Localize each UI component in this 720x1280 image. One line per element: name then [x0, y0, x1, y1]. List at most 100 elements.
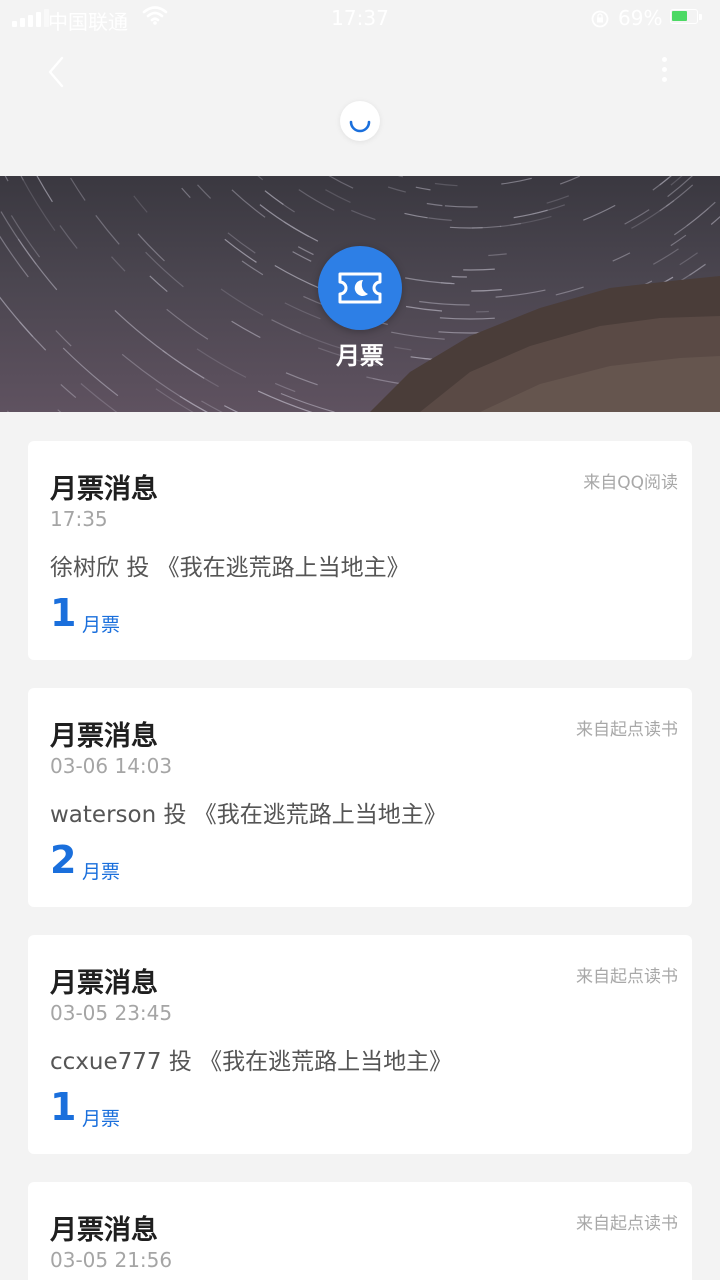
book-title: 《我在逃荒路上当地主》 [199, 1049, 453, 1075]
star-trail [36, 176, 53, 203]
star-trail [257, 390, 313, 412]
message-title: 月票消息 [50, 1215, 158, 1246]
star-trail [197, 184, 212, 199]
ticket-count: 1 [50, 591, 77, 635]
star-trail [405, 305, 443, 312]
star-trail [220, 288, 264, 316]
star-trail [328, 176, 354, 189]
star-trail [59, 225, 78, 249]
star-trail [241, 260, 264, 276]
star-trail [0, 235, 29, 278]
star-trail [405, 277, 453, 285]
star-trail [670, 234, 687, 247]
star-trail [4, 176, 9, 182]
star-trail [60, 383, 77, 399]
message-source: 来自起点读书 [576, 967, 678, 987]
message-card[interactable]: 月票消息 来自起点读书 03-05 23:45 ccxue777 投 《我在逃荒… [28, 935, 692, 1154]
star-trail [471, 225, 502, 229]
message-card[interactable]: 月票消息 来自QQ阅读 17:35 徐树欣 投 《我在逃荒路上当地主》 1 月票 [28, 441, 692, 660]
star-trail [444, 205, 478, 208]
star-trail [181, 187, 191, 199]
back-button[interactable] [36, 50, 80, 94]
ticket-icon [338, 272, 382, 304]
star-trail [231, 189, 266, 218]
ticket-count: 1 [50, 1085, 77, 1129]
star-trail [653, 248, 679, 265]
star-trail [20, 176, 24, 181]
star-trail [0, 392, 3, 413]
star-trail [298, 189, 335, 211]
orientation-lock-icon [591, 10, 609, 28]
banner-title: 月票 [336, 342, 384, 370]
battery-tip [699, 14, 702, 20]
star-trail [397, 176, 404, 178]
star-trail [463, 268, 495, 271]
message-card[interactable]: 月票消息 来自起点读书 03-05 21:56 [28, 1182, 692, 1280]
star-trail [297, 246, 314, 256]
star-trail [271, 319, 301, 334]
message-text: ccxue777 投 《我在逃荒路上当地主》 [50, 1042, 452, 1076]
star-trail [265, 191, 295, 213]
star-trail [351, 209, 376, 221]
message-title: 月票消息 [50, 968, 158, 999]
ticket-unit: 月票 [82, 861, 121, 883]
star-trail [659, 176, 672, 186]
message-card[interactable]: 月票消息 来自起点读书 03-06 14:03 waterson 投 《我在逃荒… [28, 688, 692, 907]
ticket-unit: 月票 [82, 614, 121, 636]
loading-icon [349, 120, 371, 133]
star-trail [451, 275, 467, 278]
book-title: 《我在逃荒路上当地主》 [193, 802, 447, 828]
star-trail [17, 238, 58, 291]
star-trail [111, 256, 126, 272]
message-source: 来自起点读书 [576, 720, 678, 740]
status-bar: 中国联通 17:37 69% [0, 0, 720, 36]
star-trail [166, 308, 209, 340]
voter-name: ccxue777 [50, 1049, 162, 1075]
star-trail [20, 176, 56, 231]
battery-icon [670, 9, 698, 24]
star-trail [673, 201, 716, 236]
star-trail [495, 289, 546, 298]
star-trail [137, 233, 165, 262]
star-trail [686, 207, 709, 227]
star-trail [559, 176, 581, 185]
star-trail [133, 195, 148, 213]
star-trail [183, 398, 208, 412]
star-trail [285, 372, 318, 386]
star-trail [404, 212, 428, 219]
header-banner: 月票 [0, 176, 720, 412]
message-time: 03-05 21:56 [50, 1248, 173, 1272]
star-trail [652, 177, 669, 191]
star-trail [428, 217, 452, 221]
star-trail [10, 215, 41, 258]
star-trail [227, 232, 256, 254]
star-trail [292, 251, 312, 262]
star-trail [325, 189, 351, 203]
star-trail [415, 186, 431, 191]
star-trail [710, 216, 720, 225]
message-time: 03-05 23:45 [50, 1001, 173, 1025]
loading-spinner [340, 101, 380, 141]
star-trail [665, 184, 694, 207]
message-title: 月票消息 [50, 474, 158, 505]
star-trail [6, 410, 10, 412]
star-trail [583, 204, 616, 221]
star-trail [179, 395, 208, 412]
star-trail [284, 302, 321, 320]
star-trail [439, 317, 495, 320]
message-text: waterson 投 《我在逃荒路上当地主》 [50, 795, 447, 829]
star-trail [95, 215, 120, 245]
vote-action: 投 [168, 1049, 192, 1075]
star-trail [488, 253, 507, 257]
status-time: 17:37 [331, 6, 389, 30]
star-trail [280, 392, 335, 412]
message-time: 17:35 [50, 507, 108, 531]
star-trail [612, 252, 631, 262]
star-trail [426, 202, 443, 207]
star-trail [149, 275, 168, 293]
vote-action: 投 [126, 555, 150, 581]
more-button[interactable] [650, 52, 678, 92]
star-trail [274, 264, 322, 290]
star-trail [679, 252, 698, 266]
star-trail [434, 182, 458, 187]
